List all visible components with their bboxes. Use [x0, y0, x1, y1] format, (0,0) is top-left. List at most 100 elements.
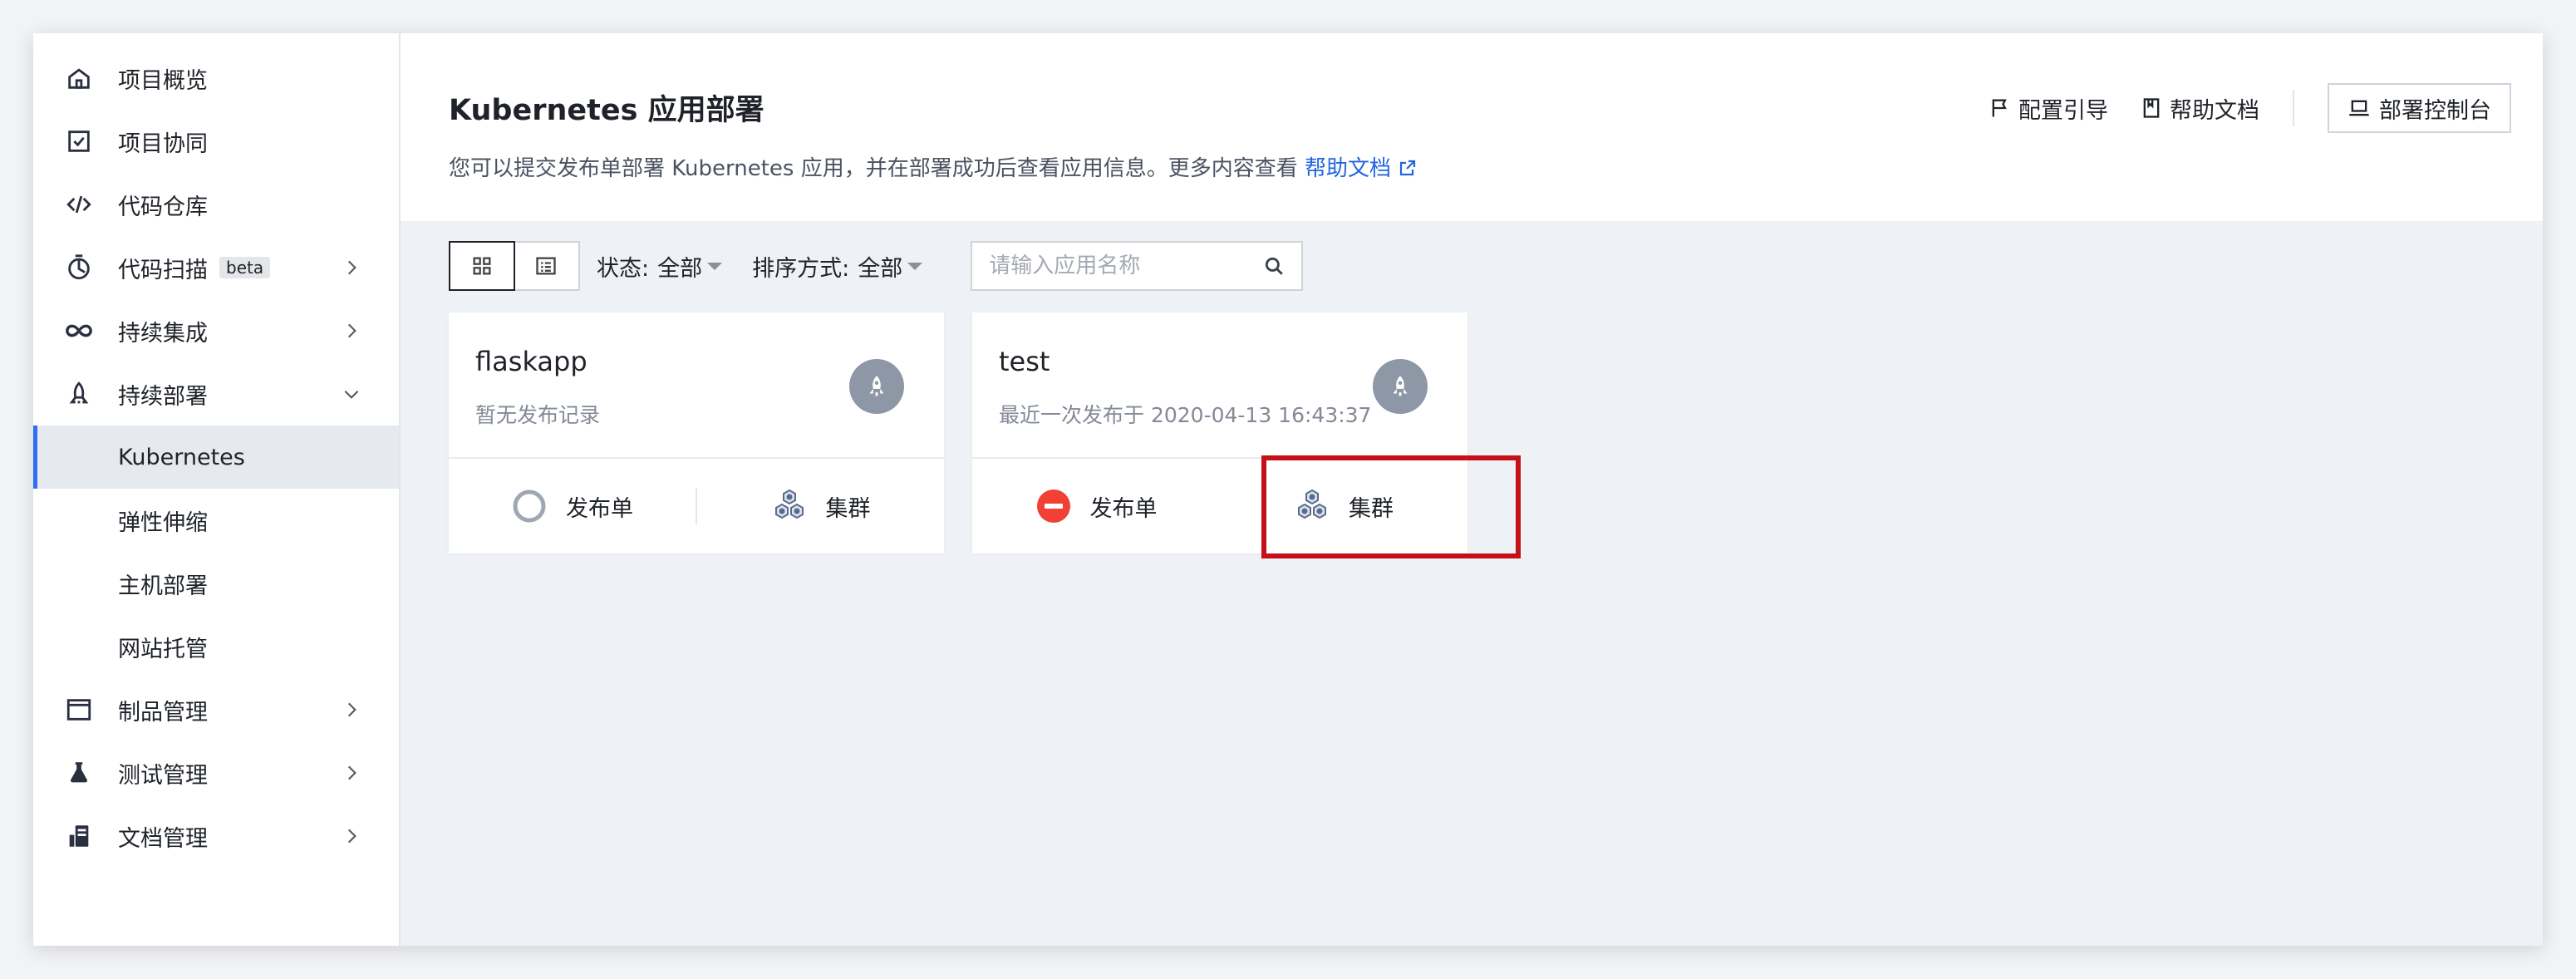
search-icon[interactable]	[1263, 255, 1285, 277]
sidebar-item-cd[interactable]: 持续部署	[33, 362, 399, 426]
main-content: Kubernetes 应用部署 您可以提交发布单部署 Kubernetes 应用…	[401, 33, 2543, 946]
cluster-icon	[771, 488, 808, 524]
sidebar-item-code-scan[interactable]: 代码扫描 beta	[33, 236, 399, 299]
document-icon	[65, 822, 93, 850]
card-actions: 发布单 集群	[972, 459, 1467, 553]
header-divider	[2293, 90, 2294, 126]
sort-filter-label: 排序方式:	[752, 255, 850, 282]
view-toggle	[449, 241, 580, 291]
app-release-info: 暂无发布记录	[475, 403, 601, 427]
sidebar-item-label: 制品管理	[118, 699, 208, 726]
status-filter-label: 状态:	[597, 255, 650, 282]
app-avatar-rocket-icon	[849, 359, 904, 414]
help-link-label: 帮助文档	[1304, 156, 1391, 181]
header-actions: 配置引导 帮助文档 部署控制台	[1957, 83, 2511, 133]
status-filter-value: 全部	[657, 255, 703, 282]
sidebar-item-label: 项目概览	[118, 67, 208, 94]
chevron-right-icon	[341, 762, 362, 784]
cluster-button[interactable]: 集群	[697, 459, 944, 553]
help-docs-label: 帮助文档	[2170, 97, 2259, 124]
sidebar-item-project-collab[interactable]: 项目协同	[33, 110, 399, 173]
release-button[interactable]: 发布单	[972, 459, 1220, 553]
sidebar-item-label: 代码扫描	[118, 257, 208, 283]
sidebar-item-artifacts[interactable]: 制品管理	[33, 678, 399, 741]
deploy-console-button[interactable]: 部署控制台	[2328, 83, 2511, 133]
code-icon	[65, 190, 93, 219]
sidebar-item-ci[interactable]: 持续集成	[33, 299, 399, 362]
sidebar-item-label: 代码仓库	[118, 194, 208, 220]
app-card-flaskapp[interactable]: flaskapp 暂无发布记录 发布单 集群	[449, 312, 944, 553]
status-none-icon	[511, 488, 548, 524]
deploy-console-label: 部署控制台	[2379, 97, 2491, 124]
grid-view-button[interactable]	[449, 241, 515, 291]
sidebar-item-label: 持续集成	[118, 320, 208, 347]
package-icon	[65, 696, 93, 724]
sidebar-item-label: 持续部署	[118, 383, 208, 410]
rocket-icon	[65, 380, 93, 408]
config-guide-button[interactable]: 配置引导	[1989, 92, 2108, 125]
sidebar-item-docs[interactable]: 文档管理	[33, 804, 399, 868]
search-box	[971, 241, 1304, 291]
sidebar-item-label: Kubernetes	[118, 444, 245, 470]
chevron-down-icon	[341, 383, 362, 405]
external-link-icon	[1398, 158, 1418, 178]
caret-down-icon	[707, 262, 723, 270]
help-docs-button[interactable]: 帮助文档	[2140, 92, 2259, 125]
list-icon	[534, 254, 558, 278]
book-icon	[2140, 96, 2163, 120]
app-name[interactable]: flaskapp	[475, 346, 587, 377]
chevron-right-icon	[341, 825, 362, 847]
chevron-right-icon	[341, 257, 362, 278]
sidebar-item-website-hosting[interactable]: 网站托管	[33, 615, 399, 678]
infinity-icon	[65, 317, 93, 345]
release-button[interactable]: 发布单	[449, 459, 696, 553]
chevron-right-icon	[341, 320, 362, 342]
sidebar-item-label: 网站托管	[118, 636, 208, 662]
app-release-info: 最近一次发布于 2020-04-13 16:43:37	[999, 403, 1372, 427]
sidebar-item-testing[interactable]: 测试管理	[33, 741, 399, 804]
sidebar-item-label: 主机部署	[118, 573, 208, 599]
app-card-test[interactable]: test 最近一次发布于 2020-04-13 16:43:37 发布单 集群	[972, 312, 1467, 553]
status-failed-icon	[1035, 488, 1072, 524]
laptop-icon	[2347, 96, 2371, 120]
cluster-label: 集群	[1349, 495, 1394, 522]
page-header: Kubernetes 应用部署 您可以提交发布单部署 Kubernetes 应用…	[401, 33, 2543, 221]
config-guide-label: 配置引导	[2018, 97, 2108, 124]
sidebar-item-label: 弹性伸缩	[118, 509, 208, 536]
sidebar-item-label: 测试管理	[118, 762, 208, 789]
card-actions: 发布单 集群	[449, 459, 944, 553]
app-window: 项目概览 项目协同 代码仓库 代码扫描 beta 持续集成 持续部署 Kuber…	[33, 33, 2543, 946]
search-input[interactable]	[989, 253, 1264, 278]
toolbar: 状态: 全部 排序方式: 全部	[449, 241, 1304, 291]
help-docs-link[interactable]: 帮助文档	[1305, 156, 1418, 181]
sidebar-item-label: 文档管理	[118, 825, 208, 852]
status-filter[interactable]: 状态: 全部	[597, 250, 723, 283]
page-title: Kubernetes 应用部署	[449, 94, 764, 127]
grid-icon	[470, 254, 494, 278]
sidebar: 项目概览 项目协同 代码仓库 代码扫描 beta 持续集成 持续部署 Kuber…	[33, 33, 401, 946]
sidebar-item-host-deploy[interactable]: 主机部署	[33, 552, 399, 615]
sidebar-item-label: 项目协同	[118, 130, 208, 157]
cluster-icon	[1294, 488, 1330, 524]
sidebar-item-project-overview[interactable]: 项目概览	[33, 47, 399, 110]
flask-icon	[65, 759, 93, 787]
app-name[interactable]: test	[999, 346, 1050, 377]
sort-filter[interactable]: 排序方式: 全部	[752, 250, 923, 283]
sidebar-item-autoscaling[interactable]: 弹性伸缩	[33, 489, 399, 552]
beta-badge: beta	[219, 257, 271, 278]
checkbox-icon	[65, 127, 93, 155]
home-icon	[65, 64, 93, 92]
chevron-right-icon	[341, 699, 362, 721]
list-view-button[interactable]	[514, 243, 578, 289]
flag-icon	[1989, 96, 2012, 120]
caret-down-icon	[907, 262, 923, 270]
app-avatar-rocket-icon	[1373, 359, 1428, 414]
cluster-button[interactable]: 集群	[1220, 459, 1467, 553]
page-description: 您可以提交发布单部署 Kubernetes 应用，并在部署成功后查看应用信息。更…	[449, 151, 1418, 182]
sidebar-item-kubernetes[interactable]: Kubernetes	[33, 426, 399, 489]
cluster-label: 集群	[825, 495, 871, 522]
sidebar-item-code-repo[interactable]: 代码仓库	[33, 173, 399, 236]
page-description-text: 您可以提交发布单部署 Kubernetes 应用，并在部署成功后查看应用信息。更…	[449, 156, 1298, 181]
scan-icon	[65, 253, 93, 282]
release-label: 发布单	[1089, 495, 1158, 522]
